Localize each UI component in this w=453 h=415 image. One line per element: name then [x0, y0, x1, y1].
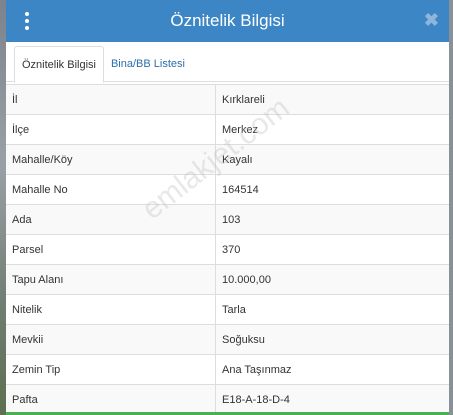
attribute-key: İlçe — [6, 114, 216, 145]
table-row: Zemin Tip Ana Taşınmaz — [6, 354, 449, 385]
attribute-key: Mahalle No — [6, 174, 216, 205]
modal-header: Öznitelik Bilgisi ✖ — [6, 0, 449, 42]
attribute-key: Nitelik — [6, 294, 216, 325]
attribute-value: 10.000,00 — [215, 264, 449, 295]
attribute-value: Merkez — [215, 114, 449, 145]
tab-bar: Öznitelik Bilgisi Bina/BB Listesi — [6, 42, 449, 83]
attribute-value: Kayalı — [215, 144, 449, 175]
table-row: Tapu Alanı 10.000,00 — [6, 264, 449, 295]
modal-title: Öznitelik Bilgisi — [170, 11, 285, 30]
close-icon[interactable]: ✖ — [424, 10, 439, 30]
table-row: İl Kırklareli — [6, 84, 449, 115]
table-row: İlçe Merkez — [6, 114, 449, 145]
attribute-value: 103 — [215, 204, 449, 235]
attribute-key: Tapu Alanı — [6, 264, 216, 295]
attribute-key: Parsel — [6, 234, 216, 265]
attribute-value: E18-A-18-D-4 — [215, 384, 449, 414]
table-row: Parsel 370 — [6, 234, 449, 265]
attribute-value: 164514 — [215, 174, 449, 205]
attribute-key: Ada — [6, 204, 216, 235]
table-row: Nitelik Tarla — [6, 294, 449, 325]
table-row: Ada 103 — [6, 204, 449, 235]
attribute-value: Kırklareli — [215, 84, 449, 115]
tab-attribute-info[interactable]: Öznitelik Bilgisi — [14, 46, 104, 83]
attribute-value: Tarla — [215, 294, 449, 325]
tab-building-list[interactable]: Bina/BB Listesi — [104, 46, 192, 82]
attribute-key: Mahalle/Köy — [6, 144, 216, 175]
table-row: Mevkii Soğuksu — [6, 324, 449, 355]
attribute-key: Pafta — [6, 384, 216, 414]
attribute-value: Soğuksu — [215, 324, 449, 355]
attribute-key: Mevkii — [6, 324, 216, 355]
attribute-key: İl — [6, 84, 216, 115]
table-row: Pafta E18-A-18-D-4 — [6, 384, 449, 414]
attribute-modal: Öznitelik Bilgisi ✖ Öznitelik Bilgisi Bin… — [6, 0, 449, 415]
attribute-key: Zemin Tip — [6, 354, 216, 385]
attribute-value: 370 — [215, 234, 449, 265]
attribute-table: İl Kırklareli İlçe Merkez Mahalle/Köy Kayalı M… — [6, 84, 449, 414]
vertical-dots-menu-icon[interactable] — [24, 12, 30, 30]
attribute-value: Ana Taşınmaz — [215, 354, 449, 385]
table-row: Mahalle/Köy Kayalı — [6, 144, 449, 175]
table-row: Mahalle No 164514 — [6, 174, 449, 205]
